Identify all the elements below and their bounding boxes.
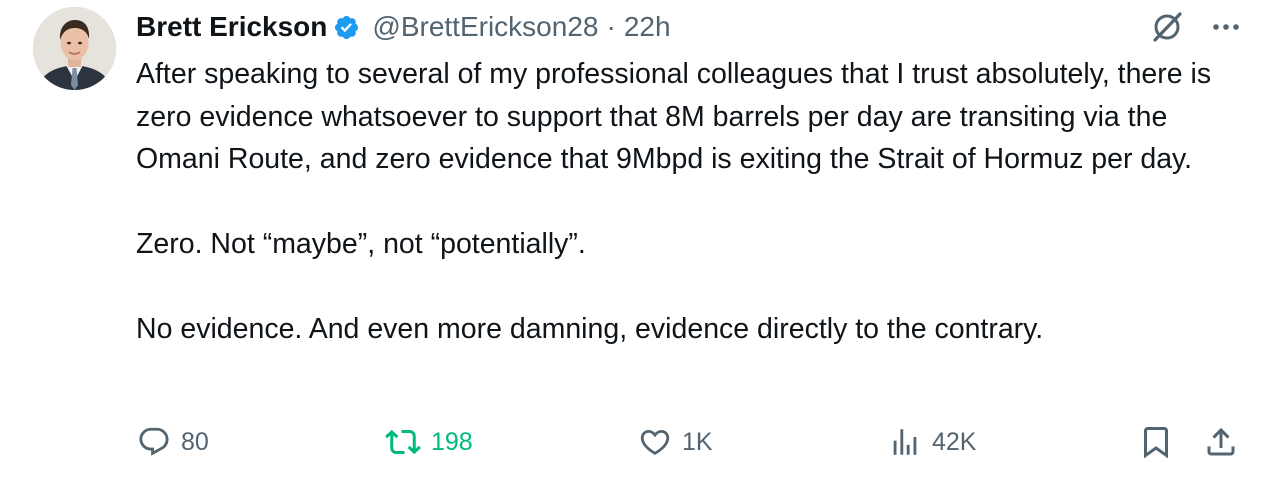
tweet-timestamp[interactable]: 22h <box>624 11 671 43</box>
header-separator: · <box>606 11 616 42</box>
like-icon <box>638 425 672 459</box>
author-handle[interactable]: @BrettErickson28 <box>372 11 598 43</box>
like-button[interactable]: 1K <box>638 421 713 463</box>
tweet-paragraph: No evidence. And even more damning, evid… <box>136 313 1044 345</box>
reply-button[interactable]: 80 <box>137 421 209 463</box>
author-display-name[interactable]: Brett Erickson <box>136 11 327 43</box>
views-icon <box>888 425 922 459</box>
bookmark-button[interactable] <box>1138 421 1174 463</box>
views-count: 42K <box>932 427 977 456</box>
share-button[interactable] <box>1203 421 1239 463</box>
avatar[interactable] <box>33 7 116 90</box>
header-actions <box>1150 10 1240 44</box>
repost-button[interactable]: 198 <box>385 421 473 463</box>
grok-icon[interactable] <box>1150 10 1184 44</box>
tweet-paragraph: After speaking to several of my professi… <box>136 58 1212 175</box>
reply-count: 80 <box>181 427 209 456</box>
tweet-text: After speaking to several of my professi… <box>136 53 1246 351</box>
tweet-header: Brett Erickson @BrettErickson28 · 22h <box>136 8 671 46</box>
views-button[interactable]: 42K <box>888 421 976 463</box>
repost-icon <box>385 424 421 460</box>
tweet-paragraph: Zero. Not “maybe”, not “potentially”. <box>136 228 586 260</box>
repost-count: 198 <box>431 427 473 456</box>
more-icon[interactable] <box>1212 22 1240 32</box>
share-icon <box>1203 424 1239 460</box>
bookmark-icon <box>1138 424 1174 460</box>
avatar-photo <box>33 7 116 90</box>
verified-badge-icon[interactable] <box>333 14 360 41</box>
like-count: 1K <box>682 427 713 456</box>
reply-icon <box>137 425 171 459</box>
tweet-actions: 80 198 1K 42K <box>0 421 1280 463</box>
